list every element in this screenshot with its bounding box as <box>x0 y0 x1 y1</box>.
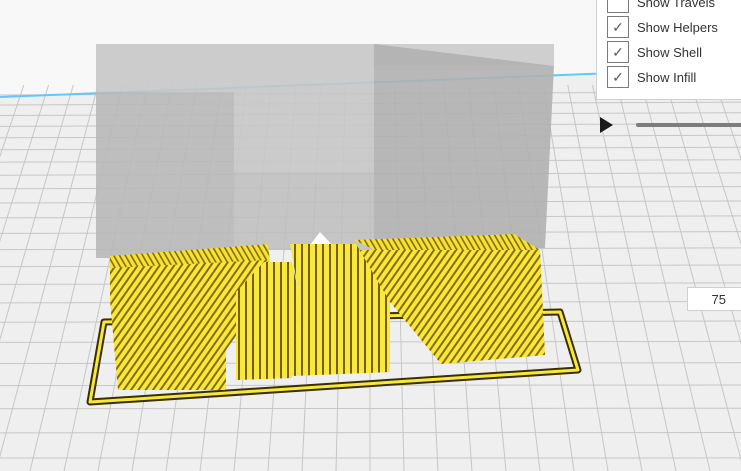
model-shell <box>96 44 554 258</box>
check-icon: ✓ <box>612 69 624 85</box>
show-shell-checkbox[interactable]: ✓ <box>607 41 629 63</box>
layer-number-input[interactable]: 75 <box>687 287 741 311</box>
show-shell-label: Show Shell <box>637 44 703 60</box>
play-icon[interactable] <box>600 117 613 133</box>
check-icon: ✓ <box>612 19 624 35</box>
show-helpers-checkbox[interactable]: ✓ <box>607 16 629 38</box>
show-travels-checkbox[interactable] <box>607 0 629 13</box>
view-options-panel: Show Travels ✓ Show Helpers ✓ Show Shell… <box>596 0 741 100</box>
show-helpers-option[interactable]: ✓ Show Helpers <box>607 16 718 38</box>
show-infill-label: Show Infill <box>637 69 697 85</box>
check-icon: ✓ <box>612 44 624 60</box>
show-infill-option[interactable]: ✓ Show Infill <box>607 66 696 88</box>
show-travels-label: Show Travels <box>637 0 716 10</box>
show-shell-option[interactable]: ✓ Show Shell <box>607 41 702 63</box>
simulation-slider[interactable] <box>636 123 741 127</box>
show-infill-checkbox[interactable]: ✓ <box>607 66 629 88</box>
show-travels-option[interactable]: Show Travels <box>607 0 715 13</box>
show-helpers-label: Show Helpers <box>637 19 718 35</box>
layer-number-value: 75 <box>711 291 726 307</box>
